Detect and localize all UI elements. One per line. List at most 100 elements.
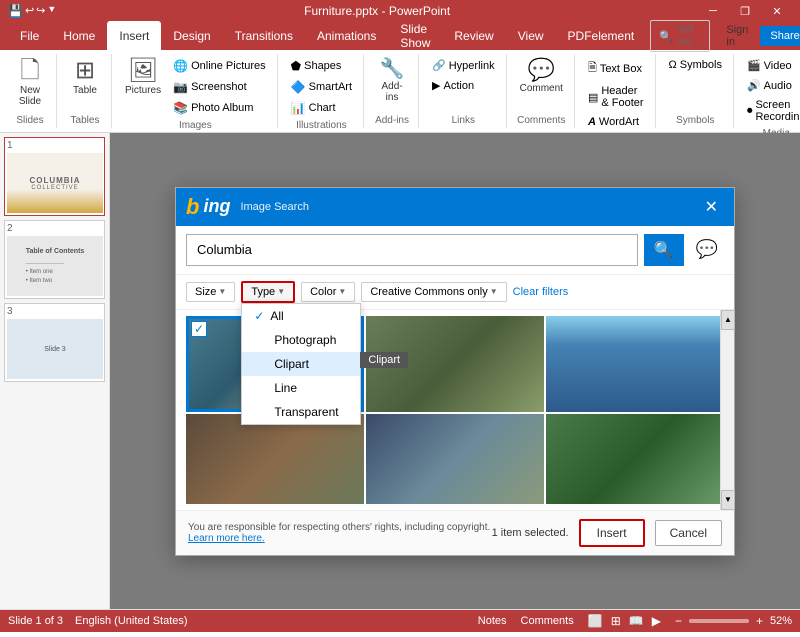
- close-button[interactable]: ✕: [762, 0, 792, 22]
- wordart-button[interactable]: A WordArt: [583, 113, 649, 131]
- canvas-area[interactable]: COLUMBIA COLLECTIVE LOOKBOOK 2019 b ing: [110, 133, 800, 609]
- view-buttons: ⬜ ⊞ 📖 ▶: [585, 613, 664, 629]
- header-footer-button[interactable]: ▤ Header& Footer: [583, 82, 649, 112]
- learn-more-link[interactable]: Learn more here.: [188, 533, 265, 544]
- search-icon: 🔍: [659, 30, 673, 43]
- undo-icon[interactable]: ↩: [25, 4, 34, 18]
- tab-slideshow[interactable]: Slide Show: [388, 21, 442, 51]
- signin-button[interactable]: Sign in: [720, 21, 754, 51]
- restore-button[interactable]: ❐: [730, 0, 760, 22]
- illustrations-group-label: Illustrations: [296, 118, 347, 131]
- size-filter-button[interactable]: Size ▼: [186, 282, 235, 302]
- video-icon: 🎬: [747, 59, 761, 72]
- notes-button[interactable]: Notes: [475, 614, 510, 628]
- zoom-out-button[interactable]: −: [672, 613, 685, 629]
- zoom-in-button[interactable]: +: [753, 613, 766, 629]
- tab-pdfelement[interactable]: PDFelement: [556, 21, 647, 51]
- search-button[interactable]: 🔍: [644, 234, 684, 266]
- cancel-button[interactable]: Cancel: [655, 520, 722, 546]
- image-cell-4[interactable]: [186, 414, 364, 504]
- type-all-option[interactable]: ✓ All: [242, 304, 360, 328]
- slide-thumb-3[interactable]: 3 Slide 3: [4, 303, 105, 382]
- image-cell-5[interactable]: [366, 414, 544, 504]
- pictures-button[interactable]: 🖼 Pictures: [120, 56, 166, 99]
- slide-preview-3: Slide 3: [7, 319, 103, 379]
- type-dropdown-arrow: ▼: [277, 287, 285, 296]
- hyperlink-icon: 🔗: [432, 59, 446, 72]
- chart-button[interactable]: 📊 Chart: [286, 98, 357, 118]
- slide-thumb-2[interactable]: 2 Table of Contents ───────── • Item one…: [4, 220, 105, 299]
- selected-count: 1 item selected.: [492, 527, 569, 539]
- customize-icon[interactable]: ▼: [47, 4, 56, 18]
- normal-view-button[interactable]: ⬜: [585, 613, 606, 629]
- color-filter-button[interactable]: Color ▼: [301, 282, 355, 302]
- search-input[interactable]: [186, 234, 638, 266]
- status-right: Notes Comments ⬜ ⊞ 📖 ▶ − + 52%: [475, 613, 792, 629]
- comment-button[interactable]: 💬 Comment: [515, 56, 568, 97]
- comments-group-label: Comments: [517, 113, 565, 126]
- type-photograph-option[interactable]: Photograph: [242, 328, 360, 352]
- photo-album-button[interactable]: 📚 Photo Album: [168, 98, 271, 118]
- tab-view[interactable]: View: [506, 21, 556, 51]
- symbols-button[interactable]: Ω Symbols: [664, 56, 727, 74]
- hyperlink-button[interactable]: 🔗 Hyperlink: [427, 56, 500, 75]
- tab-animations[interactable]: Animations: [305, 21, 388, 51]
- video-button[interactable]: 🎬 Video: [742, 56, 800, 75]
- textbox-button[interactable]: 🗎 Text Box: [583, 56, 649, 81]
- tab-file[interactable]: File: [8, 21, 51, 51]
- new-slide-button[interactable]: 🗋 NewSlide: [10, 56, 50, 110]
- audio-button[interactable]: 🔊 Audio: [742, 76, 800, 95]
- clipart-tooltip: Clipart: [360, 352, 408, 368]
- image-cell-6[interactable]: [546, 414, 724, 504]
- bing-text: ing: [203, 196, 230, 217]
- ribbon: File Home Insert Design Transitions Anim…: [0, 22, 800, 133]
- smartart-button[interactable]: 🔷 SmartArt: [286, 77, 357, 97]
- type-filter-button[interactable]: Type ▼: [241, 281, 295, 303]
- group-text: 🗎 Text Box ▤ Header& Footer A WordArt Te…: [577, 54, 656, 128]
- reading-view-button[interactable]: 📖: [626, 613, 647, 629]
- redo-icon[interactable]: ↪: [36, 4, 45, 18]
- table-button[interactable]: ⊞ Table: [65, 56, 105, 99]
- tab-review[interactable]: Review: [442, 21, 505, 51]
- share-button[interactable]: Share: [760, 26, 800, 46]
- clear-filters-button[interactable]: Clear filters: [513, 286, 569, 298]
- tab-insert[interactable]: Insert: [107, 21, 161, 51]
- save-icon[interactable]: 💾: [8, 4, 23, 18]
- screenshot-button[interactable]: 📷 Screenshot: [168, 77, 271, 97]
- scroll-up-button[interactable]: ▲: [721, 310, 735, 330]
- dialog-filters: Size ▼ Type ▼ ✓ All: [176, 275, 734, 310]
- slide-thumb-1[interactable]: 1 COLUMBIA COLLECTIVE: [4, 137, 105, 216]
- action-button[interactable]: ▶ Action: [427, 76, 500, 95]
- shapes-button[interactable]: ⬟ Shapes: [286, 56, 357, 76]
- tab-home[interactable]: Home: [51, 21, 107, 51]
- slideshow-button[interactable]: ▶: [649, 613, 664, 629]
- comment-label: Comment: [520, 83, 563, 94]
- dialog-close-button[interactable]: ✕: [699, 195, 724, 219]
- chat-button[interactable]: 💬: [690, 237, 724, 262]
- type-transparent-option[interactable]: Transparent: [242, 400, 360, 424]
- action-icon: ▶: [432, 79, 440, 92]
- addins-button[interactable]: 🔧 Add-ins: [372, 56, 412, 106]
- comments-button[interactable]: Comments: [518, 614, 577, 628]
- license-filter-button[interactable]: Creative Commons only ▼: [361, 282, 506, 302]
- image-checkmark-1: ✓: [194, 322, 204, 336]
- online-pictures-button[interactable]: 🌐 Online Pictures: [168, 56, 271, 76]
- screen-recording-button[interactable]: ⏺ ScreenRecording: [742, 96, 800, 126]
- type-filter-container: Type ▼ ✓ All Photograph: [241, 281, 295, 303]
- zoom-slider[interactable]: [689, 619, 749, 623]
- tell-me-input[interactable]: 🔍 Tell me...: [650, 20, 710, 52]
- scroll-down-button[interactable]: ▼: [721, 490, 735, 510]
- tab-design[interactable]: Design: [161, 21, 222, 51]
- type-line-option[interactable]: Line: [242, 376, 360, 400]
- minimize-button[interactable]: ─: [698, 0, 728, 22]
- type-clipart-option[interactable]: Clipart Clipart: [242, 352, 360, 376]
- tables-group-label: Tables: [71, 113, 100, 126]
- dialog-header: b ing Image Search ✕: [176, 188, 734, 226]
- pictures-label: Pictures: [125, 85, 161, 96]
- window-controls[interactable]: ─ ❐ ✕: [698, 0, 792, 22]
- insert-button[interactable]: Insert: [579, 519, 645, 547]
- tab-transitions[interactable]: Transitions: [223, 21, 305, 51]
- slide-sorter-button[interactable]: ⊞: [608, 613, 624, 629]
- status-bar: Slide 1 of 3 English (United States) Not…: [0, 610, 800, 632]
- image-cell-3[interactable]: [546, 316, 724, 412]
